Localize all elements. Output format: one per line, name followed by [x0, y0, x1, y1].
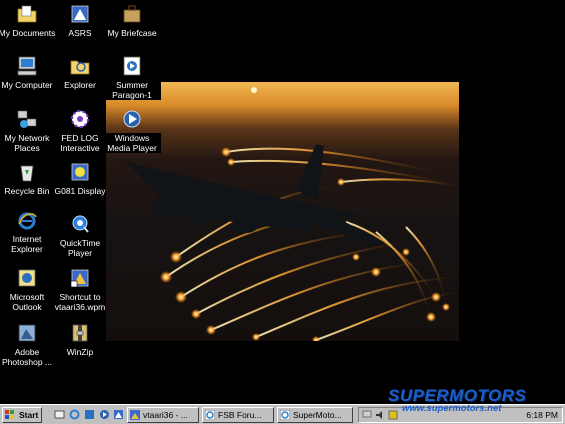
shortcut-icon	[70, 269, 89, 288]
start-button[interactable]: Start	[2, 407, 42, 423]
winzip-icon	[72, 324, 88, 342]
computer-icon	[17, 56, 37, 76]
desktop-icon-quicktime-player[interactable]: QuickTime Player	[51, 213, 109, 258]
outlook-quicklaunch-icon[interactable]	[84, 409, 95, 420]
fedlog-icon	[71, 110, 89, 128]
desktop: My Documents My Computer My Network Plac…	[0, 0, 565, 404]
desktop-icon-recycle-bin[interactable]: Recycle Bin	[0, 161, 56, 196]
desktop-icon-microsoft-outlook[interactable]: Microsoft Outlook	[0, 267, 56, 312]
media-player-quicklaunch-icon[interactable]	[99, 409, 110, 420]
watermark: SUPERMOTORS www.supermotors.net	[388, 386, 563, 414]
ie-icon	[18, 212, 37, 230]
taskbar-button-label: SuperMoto...	[293, 410, 342, 420]
desktop-icon-summer-paragon[interactable]: Summer Paragon-1	[103, 55, 161, 100]
taskbar-button-vtaari36[interactable]: vtaari36 - ...	[127, 407, 199, 423]
folder-documents-icon	[17, 5, 37, 23]
briefcase-icon	[123, 5, 141, 23]
desktop-icon-explorer[interactable]: Explorer	[51, 55, 109, 90]
taskbar-button-label: FSB Foru...	[218, 410, 262, 420]
program-quicklaunch-icon[interactable]	[113, 409, 124, 420]
desktop-icon-adobe-photoshop[interactable]: Adobe Photoshop ...	[0, 322, 56, 367]
quicktime-icon	[72, 215, 89, 233]
browser-icon	[280, 410, 290, 420]
desktop-icon-my-briefcase[interactable]: My Briefcase	[103, 3, 161, 38]
watermark-url: www.supermotors.net	[402, 403, 502, 414]
desktop-icon-asrs[interactable]: ASRS	[51, 3, 109, 38]
ie-quicklaunch-icon[interactable]	[69, 409, 80, 420]
taskbar-button-fsb-forum[interactable]: FSB Foru...	[202, 407, 274, 423]
desktop-icon-winzip[interactable]: WinZip	[51, 322, 109, 357]
media-player-icon	[123, 110, 141, 128]
desktop-icon-internet-explorer[interactable]: Internet Explorer	[0, 209, 56, 254]
program-icon	[71, 163, 89, 181]
taskbar-button-label: vtaari36 - ...	[143, 410, 188, 420]
show-desktop-icon[interactable]	[54, 409, 65, 420]
taskbar-button-supermotors[interactable]: SuperMoto...	[277, 407, 353, 423]
desktop-icon-shortcut-vtaari36[interactable]: Shortcut to vtaari36.wpm	[51, 267, 109, 312]
network-tray-icon[interactable]	[362, 410, 372, 420]
start-label: Start	[19, 410, 39, 420]
image-viewer-icon	[130, 410, 140, 420]
desktop-icon-my-network-places[interactable]: My Network Places	[0, 108, 56, 153]
windows-logo-icon	[5, 410, 14, 419]
desktop-icon-windows-media-player[interactable]: Windows Media Player	[103, 108, 161, 153]
program-icon	[71, 5, 89, 23]
recycle-bin-icon	[20, 165, 34, 182]
network-icon	[17, 110, 37, 128]
media-file-icon	[123, 56, 141, 76]
desktop-icon-g081-display[interactable]: G081 Display	[51, 161, 109, 196]
photoshop-icon	[18, 324, 36, 342]
explorer-icon	[70, 60, 90, 75]
desktop-icon-my-documents[interactable]: My Documents	[0, 3, 56, 38]
desktop-icon-my-computer[interactable]: My Computer	[0, 55, 56, 90]
desktop-icon-fed-log-interactive[interactable]: FED LOG Interactive	[51, 108, 109, 153]
volume-tray-icon[interactable]	[375, 410, 385, 420]
browser-icon	[205, 410, 215, 420]
outlook-icon	[18, 269, 36, 287]
